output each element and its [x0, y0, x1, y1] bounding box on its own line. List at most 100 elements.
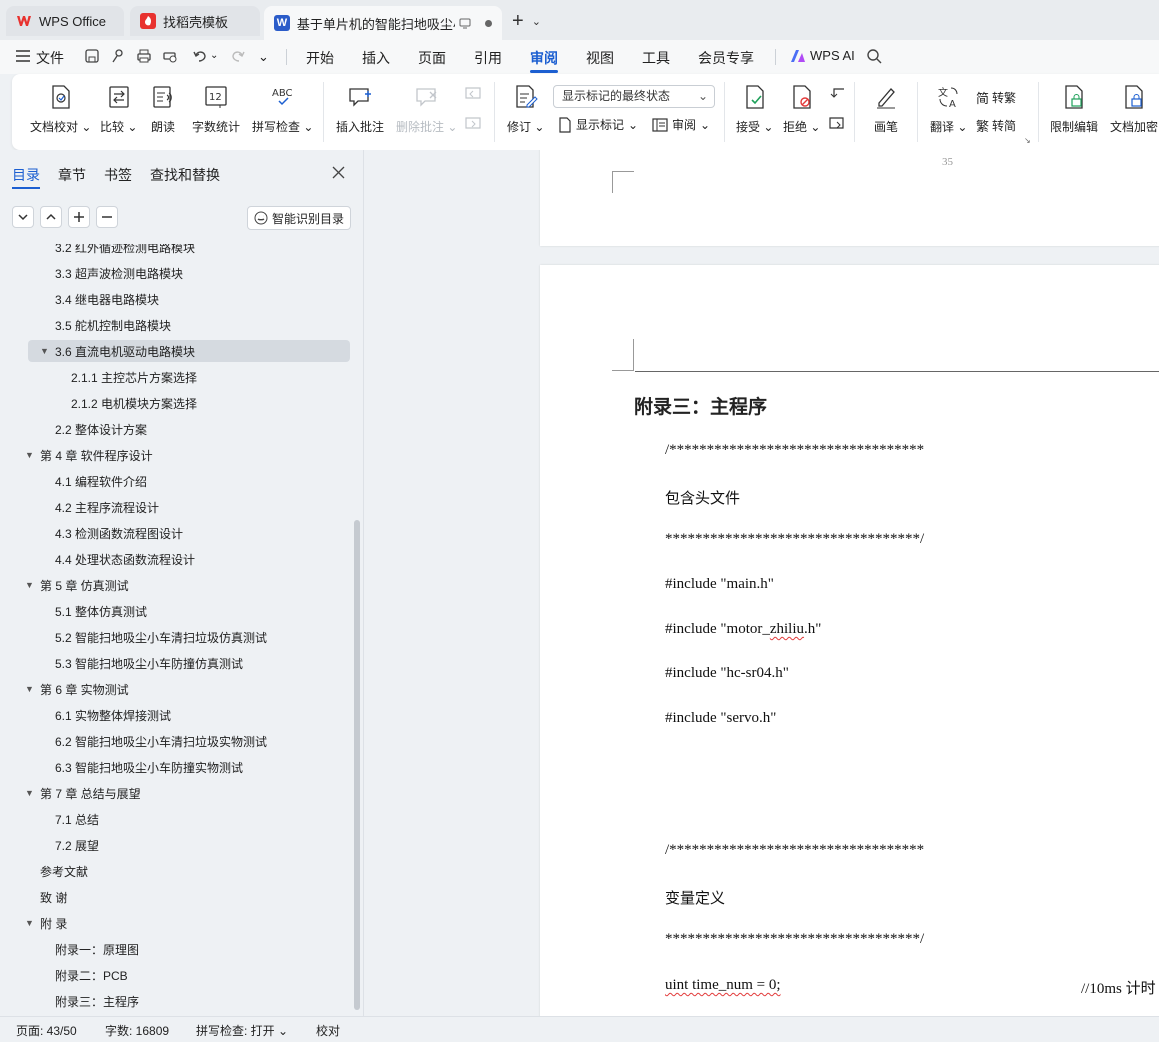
toc-item[interactable]: 致 谢 [28, 886, 350, 908]
menu-review[interactable]: 审阅 [530, 48, 558, 68]
compare-button[interactable]: 比较 ⌄ [100, 82, 137, 135]
expand-toggle-icon[interactable]: ▼ [40, 346, 49, 356]
menu-insert[interactable]: 插入 [362, 48, 390, 68]
insert-comment-button[interactable]: 插入批注 [336, 82, 384, 135]
word-count-indicator[interactable]: 字数: 16809 [105, 1022, 169, 1039]
toc-item[interactable]: ▼ 第 5 章 仿真测试 [25, 574, 350, 596]
next-comment-icon[interactable] [464, 116, 482, 132]
display-mode-select[interactable]: 显示标记的最终状态 ⌄ [553, 85, 715, 108]
tab-sections[interactable]: 章节 [58, 165, 86, 185]
toc-item[interactable]: 3.4 继电器电路模块 [28, 288, 350, 310]
read-aloud-button[interactable]: 朗读 [151, 82, 175, 135]
current-page[interactable]: 附录三：主程序 /*******************************… [540, 265, 1159, 1016]
menu-home[interactable]: 开始 [306, 48, 334, 68]
toc-item[interactable]: 6.2 智能扫地吸尘小车清扫垃圾实物测试 [28, 730, 350, 752]
search-icon[interactable] [866, 48, 884, 66]
toc-item[interactable]: 5.3 智能扫地吸尘小车防撞仿真测试 [28, 652, 350, 674]
redo-icon[interactable] [230, 48, 248, 66]
expand-toggle-icon[interactable]: ▼ [25, 788, 34, 798]
translate-button[interactable]: 文A 翻译 ⌄ [930, 82, 967, 135]
remove-heading-button[interactable] [96, 206, 118, 228]
print-icon[interactable] [136, 48, 154, 66]
more-chevron-icon[interactable]: ⌄ [258, 49, 276, 67]
page-indicator[interactable]: 页面: 43/50 [16, 1022, 77, 1039]
track-changes-button[interactable]: 修订 ⌄ [507, 82, 544, 135]
toc-item[interactable]: 6.3 智能扫地吸尘小车防撞实物测试 [28, 756, 350, 778]
reject-button[interactable]: 拒绝 ⌄ [783, 82, 820, 135]
share-icon[interactable] [110, 48, 128, 66]
spell-check-indicator[interactable]: 拼写检查: 打开 ⌄ [196, 1022, 288, 1039]
pen-button[interactable]: 画笔 [874, 82, 898, 135]
toc-item[interactable]: 附录二：PCB [28, 964, 350, 986]
expand-toggle-icon[interactable]: ▼ [25, 918, 34, 928]
new-tab-button[interactable]: + ⌄ [512, 10, 552, 32]
print-preview-icon[interactable] [162, 48, 180, 66]
tab-wps-office[interactable]: WPS Office [6, 6, 124, 36]
next-change-icon[interactable] [828, 116, 846, 132]
tab-docer-templates[interactable]: 找稻壳模板 [130, 6, 260, 36]
hamburger-icon[interactable] [16, 50, 30, 62]
close-pane-icon[interactable] [332, 166, 345, 179]
toc-item[interactable]: 参考文献 [28, 860, 350, 882]
toc-item[interactable]: 2.2 整体设计方案 [28, 418, 350, 440]
expand-toggle-icon[interactable]: ▼ [25, 580, 34, 590]
chevron-down-icon[interactable]: ⌄ [532, 15, 541, 28]
tab-current-document[interactable]: W 基于单片机的智能扫地吸尘小车 [264, 6, 502, 40]
menu-wps-ai[interactable]: WPS AI [810, 48, 855, 63]
accept-button[interactable]: 接受 ⌄ [736, 82, 773, 135]
add-heading-button[interactable] [68, 206, 90, 228]
menu-tools[interactable]: 工具 [642, 48, 670, 68]
toc-item[interactable]: 2.1.1 主控芯片方案选择 [28, 366, 350, 388]
tab-bookmarks[interactable]: 书签 [104, 165, 132, 185]
toc-item[interactable]: 3.3 超声波检测电路模块 [28, 262, 350, 284]
show-markup-button[interactable]: 显示标记 ⌄ [558, 116, 638, 133]
previous-comment-icon[interactable] [464, 86, 482, 102]
save-icon[interactable] [84, 48, 102, 66]
collapse-down-button[interactable] [12, 206, 34, 228]
to-simplified-button[interactable]: 繁 转简 [976, 116, 1016, 135]
toc-item[interactable]: ▼ 第 6 章 实物测试 [25, 678, 350, 700]
undo-dropdown-icon[interactable]: ⌄ [210, 50, 228, 68]
restrict-edit-button[interactable]: 限制编辑 [1050, 82, 1098, 135]
toc-item[interactable]: 6.1 实物整体焊接测试 [28, 704, 350, 726]
delete-comment-button[interactable]: 删除批注 ⌄ [396, 82, 457, 135]
toc-item[interactable]: 附录一：原理图 [28, 938, 350, 960]
unsaved-dot-icon[interactable] [485, 19, 492, 27]
expand-toggle-icon[interactable]: ▼ [25, 450, 34, 460]
tab-toc[interactable]: 目录 [12, 165, 40, 185]
toc-item[interactable]: 7.2 展望 [28, 834, 350, 856]
menu-view[interactable]: 视图 [586, 48, 614, 68]
menu-member[interactable]: 会员专享 [698, 48, 754, 68]
menu-file[interactable]: 文件 [36, 48, 64, 68]
smart-toc-button[interactable]: 智能识别目录 [247, 206, 351, 230]
word-count-button[interactable]: 12 字数统计 [192, 82, 240, 135]
toc-item[interactable]: 2.1.2 电机模块方案选择 [28, 392, 350, 414]
toc-item[interactable]: 4.3 检测函数流程图设计 [28, 522, 350, 544]
previous-change-icon[interactable] [828, 86, 846, 102]
toc-item[interactable]: ▼ 3.6 直流电机驱动电路模块 [28, 340, 350, 362]
to-traditional-button[interactable]: 简 转繁 [976, 88, 1016, 107]
toc-scrollbar[interactable] [354, 520, 360, 1010]
toc-item[interactable]: 3.5 舵机控制电路模块 [28, 314, 350, 336]
spell-check-button[interactable]: ABC 拼写检查 ⌄ [252, 82, 313, 135]
toc-item[interactable]: 3.2 红外循迹检测电路模块 [28, 244, 350, 258]
tab-find-replace[interactable]: 查找和替换 [150, 165, 220, 185]
toc-item[interactable]: 附录三：主程序 [28, 990, 350, 1012]
expand-toggle-icon[interactable]: ▼ [25, 684, 34, 694]
toc-item[interactable]: 4.2 主程序流程设计 [28, 496, 350, 518]
toc-item[interactable]: ▼ 第 7 章 总结与展望 [25, 782, 350, 804]
toc-item[interactable]: 4.4 处理状态函数流程设计 [28, 548, 350, 570]
menu-page[interactable]: 页面 [418, 48, 446, 68]
proofread-indicator[interactable]: 校对 [316, 1022, 340, 1039]
spelling-error-mark[interactable]: zhiliu [770, 621, 804, 637]
toc-item[interactable]: ▼ 第 4 章 软件程序设计 [25, 444, 350, 466]
toc-item[interactable]: ▼ 附 录 [25, 912, 350, 934]
toc-item[interactable]: 4.1 编程软件介绍 [28, 470, 350, 492]
toc-item[interactable]: 5.2 智能扫地吸尘小车清扫垃圾仿真测试 [28, 626, 350, 648]
review-pane-button[interactable]: 审阅 ⌄ [652, 116, 710, 133]
dialog-launcher-icon[interactable]: ↘ [1024, 136, 1031, 145]
menu-references[interactable]: 引用 [474, 48, 502, 68]
toc-item[interactable]: 5.1 整体仿真测试 [28, 600, 350, 622]
toc-item[interactable]: 7.1 总结 [28, 808, 350, 830]
move-up-button[interactable] [40, 206, 62, 228]
